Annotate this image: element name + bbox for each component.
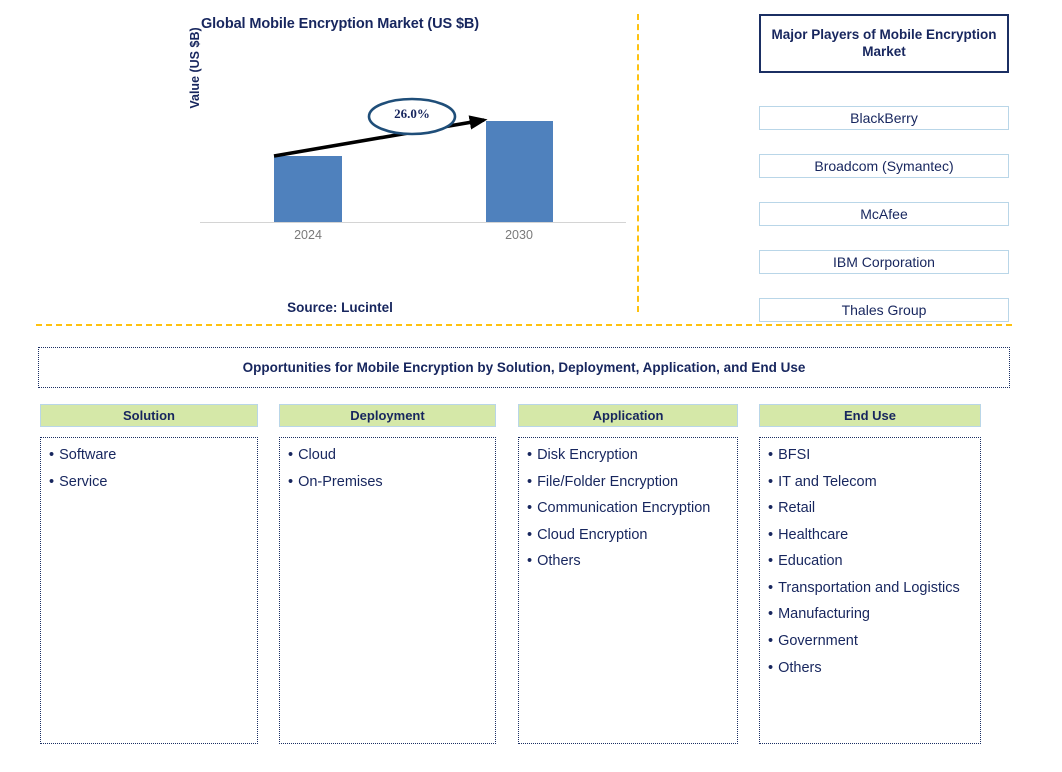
column-end-use: End Use BFSI IT and Telecom Retail Healt… — [759, 404, 981, 744]
column-header-application: Application — [518, 404, 738, 427]
opportunities-banner: Opportunities for Mobile Encryption by S… — [38, 347, 1010, 388]
list-item: Others — [768, 659, 970, 679]
bar-2024 — [274, 156, 342, 223]
chart-title: Global Mobile Encryption Market (US $B) — [200, 16, 480, 32]
major-players-panel: Major Players of Mobile Encryption Marke… — [759, 14, 1009, 322]
vertical-divider — [637, 14, 639, 312]
list-item: Healthcare — [768, 526, 970, 546]
list-item: Manufacturing — [768, 605, 970, 625]
x-tick-2030: 2030 — [505, 228, 533, 242]
chart-plot-area: 26.0% 2024 2030 — [200, 97, 626, 242]
bar-chart: Value (US $B) 26.0% 2024 2030 — [188, 27, 626, 255]
list-item: File/Folder Encryption — [527, 473, 727, 493]
list-item: Education — [768, 552, 970, 572]
list-item: Cloud — [288, 446, 485, 466]
list-item: IT and Telecom — [768, 473, 970, 493]
column-application: Application Disk Encryption File/Folder … — [518, 404, 738, 744]
list-item: Communication Encryption — [527, 499, 727, 519]
column-body-application: Disk Encryption File/Folder Encryption C… — [518, 437, 738, 744]
player-item-ibm[interactable]: IBM Corporation — [759, 250, 1009, 274]
list-item: Retail — [768, 499, 970, 519]
list-item: Service — [49, 473, 247, 493]
horizontal-divider — [36, 324, 1012, 326]
player-item-broadcom[interactable]: Broadcom (Symantec) — [759, 154, 1009, 178]
source-label: Source: Lucintel — [287, 300, 393, 315]
player-item-mcafee[interactable]: McAfee — [759, 202, 1009, 226]
chart-panel: Global Mobile Encryption Market (US $B) … — [0, 0, 1062, 326]
column-header-end-use: End Use — [759, 404, 981, 427]
major-players-header: Major Players of Mobile Encryption Marke… — [759, 14, 1009, 73]
list-item: Software — [49, 446, 247, 466]
list-item: Others — [527, 552, 727, 572]
column-deployment: Deployment Cloud On-Premises — [279, 404, 496, 744]
chart-axis-line — [200, 222, 626, 223]
player-item-blackberry[interactable]: BlackBerry — [759, 106, 1009, 130]
column-solution: Solution Software Service — [40, 404, 258, 744]
player-item-thales[interactable]: Thales Group — [759, 298, 1009, 322]
list-item: Transportation and Logistics — [768, 579, 970, 599]
list-item: Government — [768, 632, 970, 652]
column-body-end-use: BFSI IT and Telecom Retail Healthcare Ed… — [759, 437, 981, 744]
list-item: Cloud Encryption — [527, 526, 727, 546]
cagr-value: 26.0% — [394, 106, 430, 121]
list-item: On-Premises — [288, 473, 485, 493]
x-tick-2024: 2024 — [294, 228, 322, 242]
column-header-deployment: Deployment — [279, 404, 496, 427]
column-body-solution: Software Service — [40, 437, 258, 744]
opportunity-columns: Solution Software Service Deployment Clo… — [40, 404, 1020, 744]
column-header-solution: Solution — [40, 404, 258, 427]
list-item: Disk Encryption — [527, 446, 727, 466]
bar-2030 — [486, 121, 553, 223]
list-item: BFSI — [768, 446, 970, 466]
column-body-deployment: Cloud On-Premises — [279, 437, 496, 744]
